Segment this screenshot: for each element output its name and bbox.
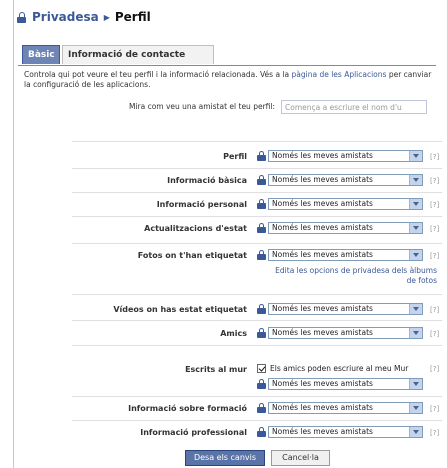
setting-label: Escrits al mur [185, 365, 247, 374]
setting-label: Informació bàsica [167, 176, 247, 185]
tab-bar: Bàsic Informació de contacte [18, 45, 436, 66]
row-divider [72, 420, 442, 421]
privacy-select[interactable]: Només les meves amistats [268, 198, 423, 210]
chevron-down-icon[interactable] [409, 175, 422, 185]
chevron-down-icon[interactable] [409, 328, 422, 338]
chevron-down-icon[interactable] [409, 427, 422, 437]
wall-post-checkbox[interactable] [257, 364, 266, 373]
lock-icon [257, 175, 266, 186]
setting-label: Vídeos on has estat etiquetat [113, 305, 247, 314]
help-link[interactable]: [?] [430, 225, 439, 233]
privacy-select[interactable]: Només les meves amistats [268, 327, 423, 339]
privacy-select-value: Només les meves amistats [272, 223, 373, 232]
page-title: Perfil [114, 10, 151, 24]
chevron-down-icon[interactable] [409, 151, 422, 161]
lock-icon [257, 379, 266, 390]
help-link[interactable]: [?] [430, 429, 439, 437]
help-link[interactable]: [?] [430, 306, 439, 314]
setting-label: Informació sobre formació [128, 404, 247, 413]
setting-label: Perfil [223, 152, 247, 161]
row-divider [72, 192, 442, 193]
help-link[interactable]: [?] [430, 177, 439, 185]
privacy-select-value: Només les meves amistats [272, 403, 373, 412]
row-divider [72, 243, 442, 244]
applications-page-link[interactable]: pàgina de les Aplicacions [292, 70, 387, 79]
help-link[interactable]: [?] [430, 365, 439, 373]
privacy-select-value: Només les meves amistats [272, 304, 373, 313]
help-link[interactable]: [?] [430, 405, 439, 413]
privacy-select[interactable]: Només les meves amistats [268, 303, 423, 315]
album-privacy-link[interactable]: Edita les opcions de privadesa dels àlbu… [267, 266, 437, 286]
privacy-select-value: Només les meves amistats [272, 199, 373, 208]
tab-basic[interactable]: Bàsic [22, 45, 60, 64]
chevron-down-icon[interactable] [409, 199, 422, 209]
intro-text: Controla qui pot veure el teu perfil i l… [24, 70, 432, 89]
privacy-select[interactable]: Només les meves amistats [268, 150, 423, 162]
setting-label: Informació professional [140, 428, 247, 437]
privacy-select-value: Només les meves amistats [272, 328, 373, 337]
privacy-select[interactable]: Només les meves amistats [268, 222, 423, 234]
lock-icon [257, 427, 266, 438]
breadcrumb-privacy-link[interactable]: Privadesa [32, 10, 99, 24]
preview-label: Mira com veu una amistat el teu perfil: [128, 102, 275, 111]
help-link[interactable]: [?] [430, 330, 439, 338]
row-divider [72, 168, 442, 169]
chevron-down-icon[interactable] [409, 223, 422, 233]
setting-label: Informació personal [156, 200, 247, 209]
lock-icon [257, 250, 266, 261]
setting-label: Actualitzacions d'estat [144, 224, 247, 233]
privacy-select[interactable]: Només les meves amistats [268, 426, 423, 438]
help-link[interactable]: [?] [430, 153, 439, 161]
preview-profile-row: Mira com veu una amistat el teu perfil: … [0, 100, 447, 114]
privacy-select[interactable]: Només les meves amistats [268, 249, 423, 261]
privacy-select-value: Només les meves amistats [272, 151, 373, 160]
save-button[interactable]: Desa els canvis [185, 450, 265, 466]
cancel-button[interactable]: Cancel·la [271, 450, 330, 466]
breadcrumb-arrow-icon: ▶ [103, 12, 110, 22]
lock-icon [17, 11, 27, 23]
privacy-select-value: Només les meves amistats [272, 427, 373, 436]
chevron-down-icon[interactable] [409, 304, 422, 314]
preview-friend-input[interactable]: Comença a escriure el nom d'u [281, 100, 427, 114]
chevron-down-icon[interactable] [409, 379, 422, 389]
lock-icon [257, 223, 266, 234]
lock-icon [257, 151, 266, 162]
privacy-select-value: Només les meves amistats [272, 250, 373, 259]
help-link[interactable]: [?] [430, 252, 439, 260]
lock-icon [257, 199, 266, 210]
privacy-select-value: Només les meves amistats [272, 175, 373, 184]
row-divider [72, 294, 442, 295]
row-divider [72, 345, 442, 346]
privacy-select[interactable]: Només les meves amistats [268, 378, 423, 390]
row-divider [72, 216, 442, 217]
chevron-down-icon[interactable] [409, 403, 422, 413]
tab-contact-info[interactable]: Informació de contacte [62, 45, 214, 64]
lock-icon [257, 304, 266, 315]
help-link[interactable]: [?] [430, 201, 439, 209]
row-divider [72, 396, 442, 397]
row-divider [72, 141, 442, 142]
setting-label: Fotos on t'han etiquetat [137, 251, 247, 260]
privacy-select-value: Només les meves amistats [272, 379, 373, 388]
privacy-select[interactable]: Només les meves amistats [268, 174, 423, 186]
lock-icon [257, 328, 266, 339]
breadcrumb: Privadesa ▶ Perfil [17, 9, 151, 25]
lock-icon [257, 403, 266, 414]
row-divider [72, 320, 442, 321]
privacy-select[interactable]: Només les meves amistats [268, 402, 423, 414]
wall-post-checkbox-label: Els amics poden escriure al meu Mur [270, 364, 409, 373]
setting-label: Amics [220, 329, 247, 338]
chevron-down-icon[interactable] [409, 250, 422, 260]
